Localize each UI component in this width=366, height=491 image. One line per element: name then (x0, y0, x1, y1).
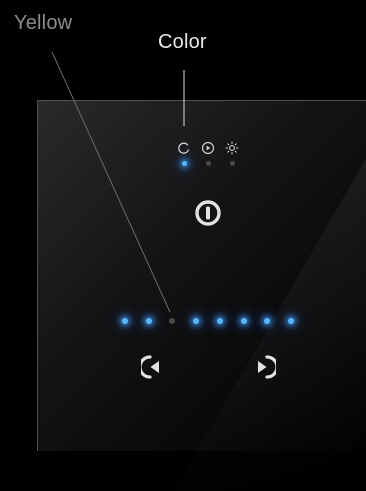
level-indicator-dot (264, 318, 270, 324)
level-indicator-dot (169, 318, 175, 324)
next-icon (258, 355, 276, 379)
play-icon[interactable] (201, 141, 215, 155)
mode-indicator-dot (206, 161, 211, 166)
mode-indicator-dot (182, 161, 187, 166)
next-button[interactable] (250, 354, 276, 380)
power-button[interactable] (193, 198, 223, 228)
level-indicator-dot (217, 318, 223, 324)
mode-indicator-dot (230, 161, 235, 166)
yellow-label: Yellow (14, 12, 73, 34)
level-indicator-dot (146, 318, 152, 324)
cycle-icon[interactable] (177, 141, 191, 155)
level-indicator-dot (288, 318, 294, 324)
level-indicator-dot (193, 318, 199, 324)
sun-icon[interactable] (225, 141, 239, 155)
previous-button[interactable] (141, 354, 167, 380)
level-indicator-dot (241, 318, 247, 324)
power-icon (195, 200, 221, 226)
color-label: Color (158, 31, 207, 53)
previous-icon (141, 355, 159, 379)
level-indicator-dot (122, 318, 128, 324)
